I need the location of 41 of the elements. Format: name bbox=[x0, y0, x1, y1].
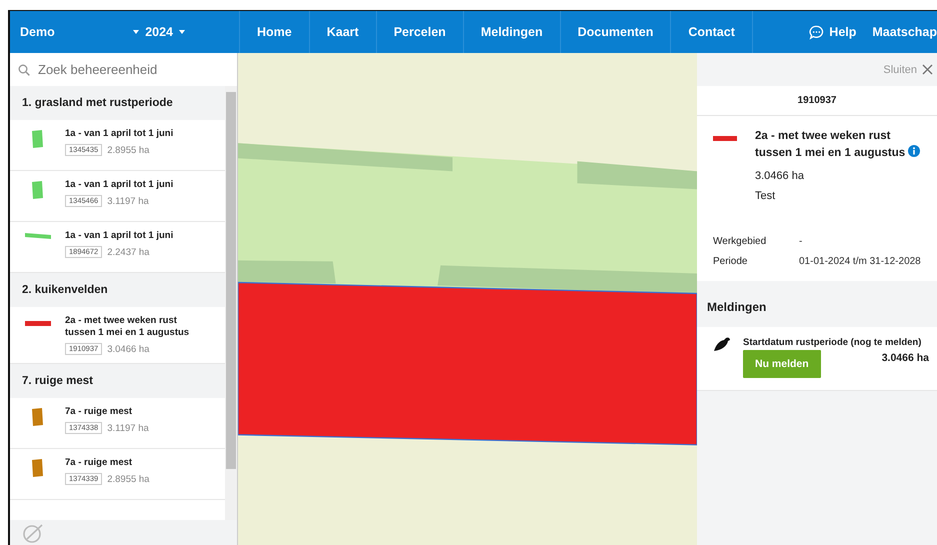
parcel-title: 2a - met twee weken rust tussen 1 mei en 1 augustus bbox=[65, 315, 190, 339]
report-button[interactable]: Nu melden bbox=[743, 350, 821, 378]
parcel-title: 1a - van 1 april tot 1 juni bbox=[65, 128, 174, 140]
scrollbar[interactable] bbox=[225, 86, 237, 520]
parcel-title: 1a - van 1 april tot 1 juni bbox=[65, 179, 174, 191]
parcel-area: 2.2437 ha bbox=[107, 246, 150, 258]
search-icon bbox=[18, 64, 30, 76]
caret-icon[interactable] bbox=[133, 30, 140, 34]
parcel-area: 2.8955 ha bbox=[107, 474, 150, 484]
account-menu[interactable]: Maatschap bbox=[872, 25, 937, 39]
parcel-area: 3.1197 ha bbox=[107, 196, 149, 206]
organisation-dropdown[interactable]: Demo bbox=[20, 25, 128, 39]
group-header: 2. kuikenvelden bbox=[10, 273, 225, 307]
parcel-title: 7a - ruige mest bbox=[65, 406, 134, 418]
parcel-code: 1910937 bbox=[697, 86, 937, 116]
year-dropdown[interactable]: 2024 bbox=[145, 25, 185, 39]
group-header: 1. grasland met rustperiode bbox=[10, 86, 225, 120]
caret-icon[interactable] bbox=[179, 30, 185, 34]
close-button[interactable]: Sluiten bbox=[883, 64, 933, 76]
parcel-title: 2a - met twee weken rust tussen 1 mei en 1 augustus bbox=[755, 128, 929, 162]
close-icon[interactable] bbox=[922, 64, 933, 75]
notification-text: Startdatum rustperiode (nog te melden) bbox=[743, 337, 922, 348]
section-title: Meldingen bbox=[706, 299, 768, 316]
parcel-title: 7a - ruige mest bbox=[65, 457, 134, 469]
notification-area: 3.0466 ha bbox=[882, 352, 929, 364]
parcel-area: 3.0466 ha bbox=[755, 170, 929, 182]
info-icon[interactable] bbox=[908, 145, 920, 157]
chat-icon[interactable] bbox=[809, 24, 824, 40]
search-field[interactable]: Zoek beheereenheid bbox=[36, 61, 229, 78]
property-value: 01-01-2024 t/m 31-12-2028 bbox=[799, 256, 922, 267]
parcel-area: 3.1197 ha bbox=[107, 422, 149, 434]
help-link[interactable]: Help bbox=[809, 24, 856, 40]
property-label: Periode bbox=[713, 256, 748, 267]
property-label: Werkgebied bbox=[713, 236, 768, 247]
parcel-area: 3.0466 ha bbox=[107, 344, 150, 354]
parcel-note: Test bbox=[755, 190, 776, 202]
property-value: - bbox=[799, 236, 804, 247]
parcel-title: 1a - van 1 april tot 1 juni bbox=[65, 230, 174, 242]
bird-icon bbox=[713, 337, 731, 351]
parcel-area: 2.8955 ha bbox=[107, 144, 150, 156]
group-header: 7. ruige mest bbox=[10, 364, 225, 398]
